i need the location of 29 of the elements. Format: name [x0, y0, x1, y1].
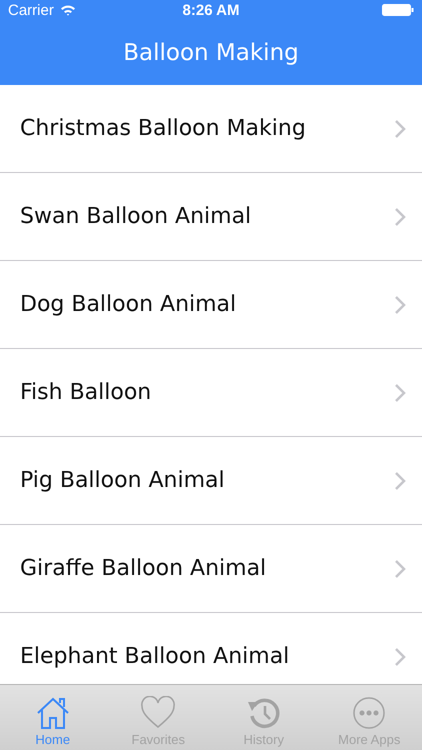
list-item[interactable]: Dog Balloon Animal [0, 261, 422, 349]
chevron-icon [394, 558, 406, 578]
item-label: Christmas Balloon Making [20, 116, 306, 141]
item-label: Elephant Balloon Animal [20, 644, 290, 669]
battery-icon [382, 4, 414, 16]
home-icon [34, 696, 71, 730]
list-item[interactable]: Pig Balloon Animal [0, 437, 422, 525]
carrier-label: Carrier [8, 2, 54, 18]
chevron-icon [394, 470, 406, 490]
status-time: 8:26 AM [182, 2, 240, 18]
item-label: Giraffe Balloon Animal [20, 556, 266, 581]
list-item[interactable]: Christmas Balloon Making [0, 85, 422, 173]
chevron-icon [394, 206, 406, 226]
item-label: Swan Balloon Animal [20, 204, 252, 229]
list-item[interactable]: Swan Balloon Animal [0, 173, 422, 261]
chevron-icon [394, 118, 406, 138]
list-item[interactable]: Giraffe Balloon Animal [0, 525, 422, 613]
item-label: Pig Balloon Animal [20, 468, 225, 493]
chevron-icon [394, 294, 406, 314]
history-icon [246, 696, 282, 730]
heart-icon [140, 696, 176, 730]
chevron-icon [394, 646, 406, 666]
screen-title: Balloon Making [123, 40, 299, 66]
item-label: Dog Balloon Animal [20, 292, 236, 317]
chevron-icon [394, 382, 406, 402]
wifi-icon [60, 4, 76, 16]
list-item[interactable]: Fish Balloon [0, 349, 422, 437]
item-label: Fish Balloon [20, 380, 152, 405]
more-icon [351, 696, 388, 730]
